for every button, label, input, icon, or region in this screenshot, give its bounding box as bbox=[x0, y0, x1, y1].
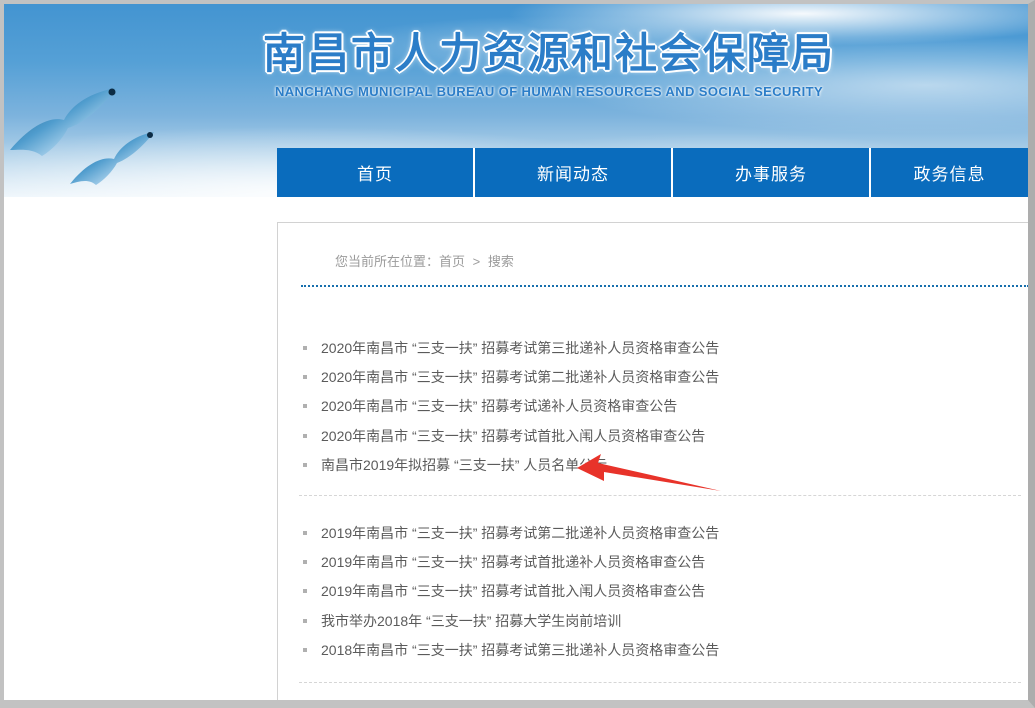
result-link[interactable]: 2019年南昌市 “三支一扶” 招募考试首批递补人员资格审查公告 bbox=[321, 552, 705, 572]
site-title-block: 南昌市人力资源和社会保障局 NANCHANG MUNICIPAL BUREAU … bbox=[249, 30, 849, 99]
main-nav: 首页 新闻动态 办事服务 政务信息 bbox=[277, 148, 1028, 197]
result-item: 2019年南昌市 “三支一扶” 招募考试首批递补人员资格审查公告 bbox=[299, 547, 1009, 576]
bullet-icon bbox=[303, 434, 307, 438]
result-link[interactable]: 2018年南昌市 “三支一扶” 招募考试第三批递补人员资格审查公告 bbox=[321, 640, 719, 660]
group-divider bbox=[299, 495, 1021, 496]
breadcrumb: 您当前所在位置：首页 > 搜索 bbox=[335, 251, 514, 270]
result-link[interactable]: 2019年南昌市 “三支一扶” 招募考试首批入闱人员资格审查公告 bbox=[321, 581, 705, 601]
bullet-icon bbox=[303, 560, 307, 564]
bullet-icon bbox=[303, 404, 307, 408]
browser-window: 南昌市人力资源和社会保障局 NANCHANG MUNICIPAL BUREAU … bbox=[0, 0, 1035, 708]
breadcrumb-home-link[interactable]: 首页 bbox=[439, 254, 465, 269]
result-list-2019: 2019年南昌市 “三支一扶” 招募考试第二批递补人员资格审查公告 2019年南… bbox=[299, 518, 1009, 665]
nav-item-news[interactable]: 新闻动态 bbox=[475, 148, 673, 197]
bullet-icon bbox=[303, 463, 307, 467]
result-item: 我市举办2018年 “三支一扶” 招募大学生岗前培训 bbox=[299, 606, 1009, 635]
bullet-icon bbox=[303, 375, 307, 379]
result-link[interactable]: 2019年南昌市 “三支一扶” 招募考试第二批递补人员资格审查公告 bbox=[321, 523, 719, 543]
result-link[interactable]: 2020年南昌市 “三支一扶” 招募考试递补人员资格审查公告 bbox=[321, 396, 677, 416]
bullet-icon bbox=[303, 648, 307, 652]
breadcrumb-current: 搜索 bbox=[488, 254, 514, 269]
result-item: 2019年南昌市 “三支一扶” 招募考试第二批递补人员资格审查公告 bbox=[299, 518, 1009, 547]
seagull-icon bbox=[70, 132, 154, 185]
annotation-arrow-icon bbox=[564, 450, 724, 495]
result-item: 2018年南昌市 “三支一扶” 招募考试第三批递补人员资格审查公告 bbox=[299, 636, 1009, 665]
group-divider bbox=[299, 682, 1021, 683]
nav-item-gov-info[interactable]: 政务信息 bbox=[871, 148, 1028, 197]
result-item: 2020年南昌市 “三支一扶” 招募考试递补人员资格审查公告 bbox=[299, 392, 1009, 421]
nav-item-services[interactable]: 办事服务 bbox=[673, 148, 871, 197]
seagulls-image bbox=[8, 88, 188, 198]
bullet-icon bbox=[303, 619, 307, 623]
bullet-icon bbox=[303, 589, 307, 593]
result-item: 2020年南昌市 “三支一扶” 招募考试首批入闱人员资格审查公告 bbox=[299, 421, 1009, 450]
result-link[interactable]: 我市举办2018年 “三支一扶” 招募大学生岗前培训 bbox=[321, 611, 621, 631]
bullet-icon bbox=[303, 346, 307, 350]
result-item: 2020年南昌市 “三支一扶” 招募考试第二批递补人员资格审查公告 bbox=[299, 362, 1009, 391]
breadcrumb-separator: > bbox=[473, 254, 481, 269]
site-subtitle: NANCHANG MUNICIPAL BUREAU OF HUMAN RESOU… bbox=[249, 84, 849, 99]
result-link[interactable]: 2020年南昌市 “三支一扶” 招募考试首批入闱人员资格审查公告 bbox=[321, 426, 705, 446]
breadcrumb-prefix: 您当前所在位置： bbox=[335, 254, 439, 269]
page: 南昌市人力资源和社会保障局 NANCHANG MUNICIPAL BUREAU … bbox=[4, 4, 1028, 700]
result-item: 2019年南昌市 “三支一扶” 招募考试首批入闱人员资格审查公告 bbox=[299, 577, 1009, 606]
site-title: 南昌市人力资源和社会保障局 bbox=[249, 30, 849, 77]
nav-item-home[interactable]: 首页 bbox=[277, 148, 475, 197]
bullet-icon bbox=[303, 531, 307, 535]
annotation-arrow-shape bbox=[577, 454, 721, 491]
result-link[interactable]: 2020年南昌市 “三支一扶” 招募考试第三批递补人员资格审查公告 bbox=[321, 338, 719, 358]
breadcrumb-divider bbox=[301, 285, 1028, 287]
seagull-icon bbox=[10, 88, 116, 156]
result-item: 2020年南昌市 “三支一扶” 招募考试第三批递补人员资格审查公告 bbox=[299, 333, 1009, 362]
result-link[interactable]: 2020年南昌市 “三支一扶” 招募考试第二批递补人员资格审查公告 bbox=[321, 367, 719, 387]
